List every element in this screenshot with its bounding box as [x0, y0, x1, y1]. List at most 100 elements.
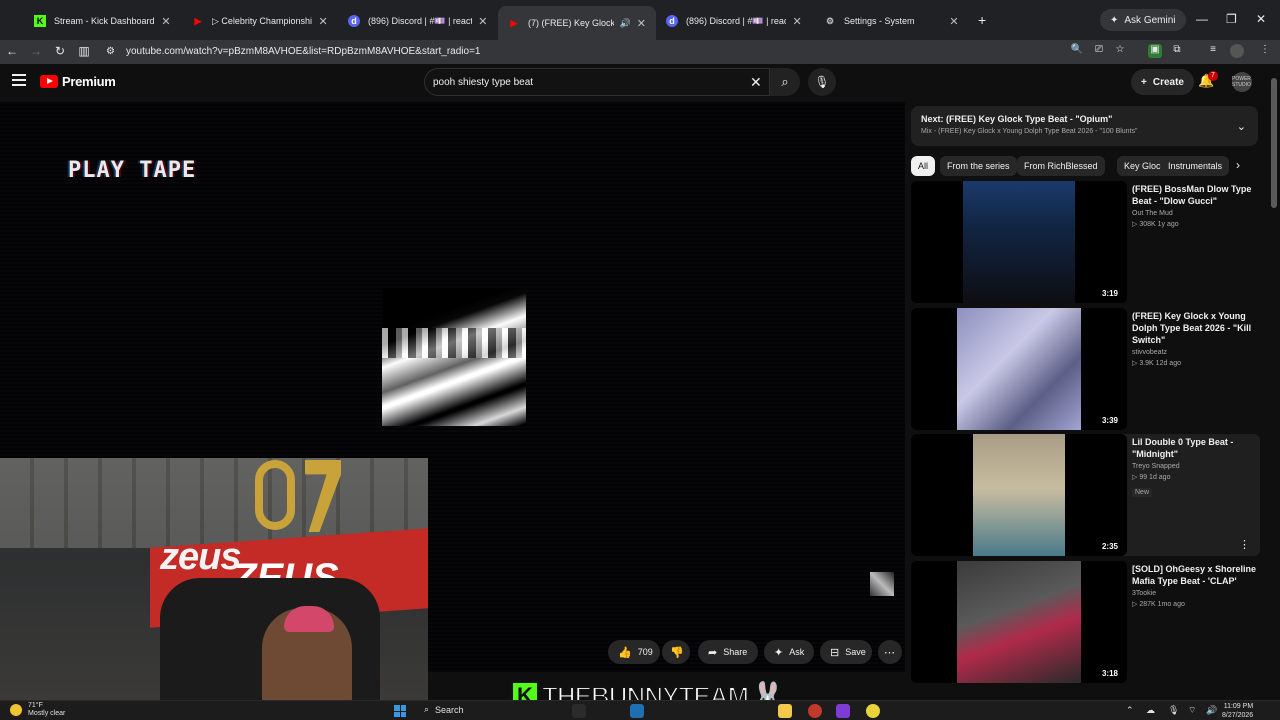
address-bar[interactable]: ⚙ youtube.com/watch?v=pBzmM8AVHOE&list=R… [100, 41, 1100, 61]
browser-tab[interactable]: d (896) Discord | #💷 | reactions ✕ [656, 8, 812, 34]
like-button[interactable]: 👍 709 [608, 640, 660, 664]
scrollbar-thumb[interactable] [1271, 78, 1277, 208]
video-meta: [SOLD] OhGeesy x Shoreline Mafia Type Be… [1132, 563, 1258, 608]
windows-start-icon[interactable] [394, 705, 406, 717]
dislike-button[interactable]: 👎 [662, 640, 690, 664]
browser-tab[interactable]: ⚙ Settings - System ✕ [814, 8, 970, 34]
back-icon[interactable]: ← [4, 44, 20, 58]
video-thumbnail[interactable]: 2:35 [911, 434, 1127, 556]
browser-menu-icon[interactable]: ⋮ [1258, 44, 1272, 58]
list-item[interactable]: 3:18 [SOLD] OhGeesy x Shoreline Mafia Ty… [911, 561, 1260, 683]
profile-icon[interactable] [1230, 44, 1244, 58]
clear-search-icon[interactable]: ✕ [750, 74, 762, 91]
tab-close-icon[interactable]: ✕ [792, 15, 802, 28]
task-view-icon[interactable] [572, 704, 586, 718]
list-item[interactable]: 2:35 Lil Double 0 Type Beat - "Midnight"… [911, 434, 1260, 556]
volume-icon[interactable]: 🔊 [1206, 705, 1217, 716]
voice-search-button[interactable]: 🎙 [808, 68, 836, 96]
channel-name[interactable]: Treyo Snapped [1132, 463, 1258, 470]
page-scrollbar[interactable] [1270, 64, 1278, 700]
chip-instrumentals[interactable]: Instrumentals [1161, 156, 1230, 176]
restore-icon[interactable]: ❐ [1226, 12, 1237, 26]
kick-icon: K [34, 15, 46, 27]
account-avatar[interactable]: POWER STUDIO [1232, 72, 1252, 92]
thumbs-down-icon: 👎 [670, 646, 684, 659]
taskbar-clock[interactable]: 11:09 PM 8/27/2026 [1222, 702, 1253, 720]
taskbar-search[interactable]: ⌕ Search [424, 704, 464, 715]
video-title[interactable]: (FREE) Key Glock x Young Dolph Type Beat… [1132, 310, 1258, 346]
tab-close-icon[interactable]: ✕ [948, 15, 960, 28]
site-info-icon[interactable]: ⚙ [106, 46, 115, 57]
minimize-icon[interactable]: — [1196, 12, 1208, 26]
file-explorer-icon[interactable] [778, 704, 792, 718]
forward-icon[interactable]: → [28, 44, 44, 58]
youtube-logo[interactable]: Premium [40, 74, 116, 89]
side-panel-icon[interactable]: ▥ [76, 44, 92, 58]
app-icon[interactable] [836, 704, 850, 718]
edge-icon[interactable] [630, 704, 644, 718]
app-icon[interactable] [866, 704, 880, 718]
wifi-icon[interactable]: ⌔ [1188, 705, 1196, 716]
channel-name[interactable]: stivvobeatz [1132, 349, 1258, 356]
new-tab-icon[interactable]: + [978, 12, 986, 28]
list-item[interactable]: 3:19 (FREE) BossMan Dlow Type Beat - "Dl… [911, 181, 1260, 303]
browser-tab[interactable]: K Stream - Kick Dashboard ✕ [24, 8, 182, 34]
video-overlay-text: PLAY TAPE [68, 158, 197, 183]
search-icon: ⌕ [781, 74, 789, 89]
more-vertical-icon[interactable]: ⋮ [1239, 538, 1250, 551]
tab-close-icon[interactable]: ✕ [478, 15, 488, 28]
list-item[interactable]: 3:39 (FREE) Key Glock x Young Dolph Type… [911, 308, 1260, 430]
video-title[interactable]: Lil Double 0 Type Beat - "Midnight" [1132, 436, 1258, 460]
microphone-icon[interactable]: 🎙 [1168, 705, 1179, 716]
tab-close-icon[interactable]: ✕ [160, 15, 172, 28]
thumbs-up-icon: 👍 [618, 646, 632, 659]
reload-icon[interactable]: ↻ [52, 44, 68, 58]
tray-chevron-icon[interactable]: ⌃ [1126, 705, 1134, 716]
cast-icon[interactable]: ⎚ [1092, 44, 1106, 58]
create-button[interactable]: + Create [1131, 69, 1194, 95]
video-thumbnail[interactable]: 3:19 [911, 181, 1127, 303]
video-thumbnail[interactable]: 3:39 [911, 308, 1127, 430]
weather-widget[interactable]: 71°F Mostly clear [10, 702, 65, 718]
video-stats: ▷ 99 1d ago [1132, 474, 1171, 481]
chevron-down-icon[interactable]: ⌄ [1237, 120, 1246, 133]
browser-tab[interactable]: ▶ ▷ Celebrity Championship Box ✕ [182, 8, 338, 34]
chevron-right-icon[interactable]: › [1236, 158, 1240, 172]
cloud-icon[interactable]: ☁ [1146, 705, 1155, 716]
video-thumbnail[interactable]: 3:18 [911, 561, 1127, 683]
ask-gemini-button[interactable]: ✦ Ask Gemini [1100, 9, 1186, 31]
zoom-icon[interactable]: 🔍 [1070, 44, 1084, 58]
browser-tab[interactable]: d (896) Discord | #💷 | reactions ✕ [338, 8, 498, 34]
browser-tab-active[interactable]: ▶ (7) (FREE) Key Glock x Young 🔊 ✕ [498, 6, 656, 40]
video-title[interactable]: (FREE) BossMan Dlow Type Beat - "Dlow Gu… [1132, 183, 1258, 207]
ask-button[interactable]: ✦ Ask [764, 640, 814, 664]
search-button[interactable]: ⌕ [770, 68, 800, 96]
save-button[interactable]: ⊟ Save [820, 640, 872, 664]
tab-close-icon[interactable]: ✕ [637, 17, 646, 30]
channel-name[interactable]: 3Tookie [1132, 590, 1258, 597]
app-icon[interactable] [808, 704, 822, 718]
chip-all[interactable]: All [911, 156, 936, 176]
thumbnail-image [957, 308, 1081, 430]
share-button[interactable]: ➦ Share [698, 640, 758, 664]
tab-search-icon[interactable]: ≡ [1206, 44, 1220, 58]
weather-condition: Mostly clear [28, 710, 66, 717]
youtube-play-icon [40, 75, 58, 88]
video-title[interactable]: [SOLD] OhGeesy x Shoreline Mafia Type Be… [1132, 563, 1258, 587]
close-window-icon[interactable]: ✕ [1256, 12, 1266, 26]
moon-icon [10, 704, 22, 716]
video-stats: ▷ 287K 1mo ago [1132, 601, 1185, 608]
more-actions-button[interactable]: ⋯ [878, 640, 902, 664]
playlist-next-panel[interactable]: Next: (FREE) Key Glock Type Beat - "Opiu… [911, 106, 1258, 146]
search-input[interactable]: pooh shiesty type beat [424, 68, 770, 96]
audio-playing-icon[interactable]: 🔊 [620, 18, 631, 29]
menu-icon[interactable] [12, 74, 26, 86]
duration-badge: 3:19 [1098, 288, 1121, 299]
chip-from-series[interactable]: From the series [940, 156, 1017, 176]
tab-close-icon[interactable]: ✕ [318, 15, 328, 28]
extensions-puzzle-icon[interactable]: ⧉ [1170, 44, 1184, 58]
channel-name[interactable]: Out The Mud [1132, 210, 1258, 217]
chip-from-richblessed[interactable]: From RichBlessed [1017, 156, 1105, 176]
extension-icon[interactable]: ▣ [1148, 44, 1162, 58]
bookmark-star-icon[interactable]: ☆ [1113, 44, 1127, 58]
